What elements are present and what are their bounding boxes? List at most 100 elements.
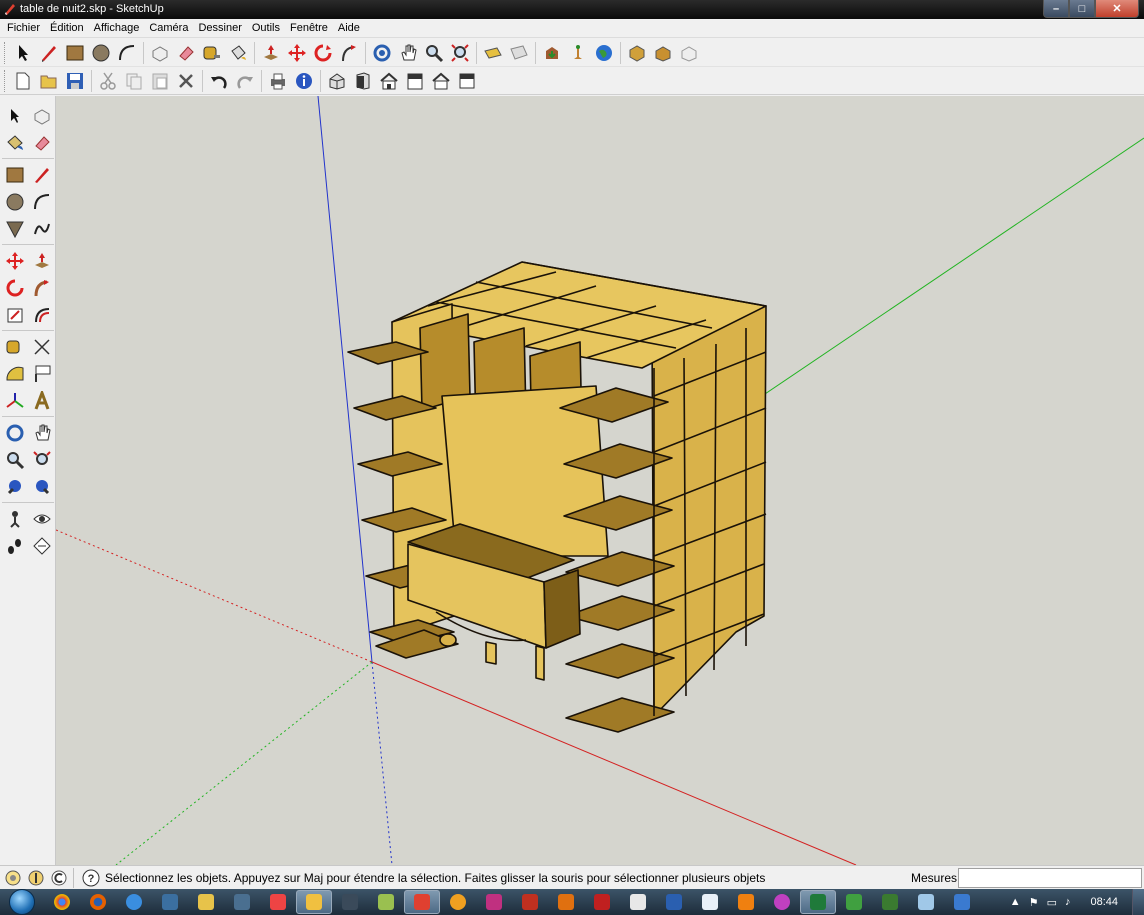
add-location-button[interactable]: [480, 40, 506, 66]
menu-aide[interactable]: Aide: [333, 19, 365, 38]
rotate-button[interactable]: [310, 40, 336, 66]
measurements-field[interactable]: [958, 868, 1142, 888]
polygon-tool[interactable]: [1, 215, 28, 242]
start-button[interactable]: [0, 889, 44, 915]
offset-tool[interactable]: [28, 301, 55, 328]
eraser-button[interactable]: [173, 40, 199, 66]
dimension-tool[interactable]: [28, 333, 55, 360]
taskbar-chrome[interactable]: [44, 890, 80, 914]
orbit-button[interactable]: [369, 40, 395, 66]
taskbar-word[interactable]: [656, 890, 692, 914]
zoom-button[interactable]: [421, 40, 447, 66]
taskbar-rss[interactable]: [260, 890, 296, 914]
tape-measure-tool[interactable]: [1, 333, 28, 360]
3d-text-tool[interactable]: [28, 387, 55, 414]
redo-button[interactable]: [232, 68, 258, 94]
pan-button[interactable]: [395, 40, 421, 66]
taskbar-sketchup-active[interactable]: [404, 890, 440, 914]
zoom-window-tool[interactable]: [28, 446, 55, 473]
volume-icon[interactable]: ♪: [1065, 896, 1071, 908]
maximize-button[interactable]: □: [1069, 0, 1095, 18]
taskbar-indesign[interactable]: [476, 890, 512, 914]
taskbar-green-app[interactable]: [836, 890, 872, 914]
clock[interactable]: 08:44: [1090, 896, 1118, 908]
walk-tool[interactable]: [1, 532, 28, 559]
network-icon[interactable]: ▭: [1047, 896, 1057, 909]
line-tool-button[interactable]: [36, 40, 62, 66]
menu-fichier[interactable]: Fichier: [2, 19, 45, 38]
taskbar-filezilla[interactable]: [584, 890, 620, 914]
model-info-button[interactable]: [291, 68, 317, 94]
eraser-tool[interactable]: [28, 129, 55, 156]
menu-affichage[interactable]: Affichage: [89, 19, 145, 38]
taskbar-mouse[interactable]: [332, 890, 368, 914]
open-button[interactable]: [36, 68, 62, 94]
preview-google-earth-button[interactable]: [591, 40, 617, 66]
protractor-tool[interactable]: [1, 360, 28, 387]
select-tool-button[interactable]: [10, 40, 36, 66]
copy-button[interactable]: [121, 68, 147, 94]
right-view-button[interactable]: [376, 68, 402, 94]
get-components-button[interactable]: [624, 40, 650, 66]
orbit-tool[interactable]: [1, 419, 28, 446]
paint-bucket-tool[interactable]: [1, 129, 28, 156]
arc-tool[interactable]: [28, 188, 55, 215]
minimize-button[interactable]: –: [1043, 0, 1069, 18]
axes-tool[interactable]: [1, 387, 28, 414]
zoom-extents-button[interactable]: [447, 40, 473, 66]
rectangle-tool[interactable]: [1, 161, 28, 188]
share-model-button[interactable]: [565, 40, 591, 66]
taskbar-filezilla-flame[interactable]: [512, 890, 548, 914]
taskbar-notepad[interactable]: [692, 890, 728, 914]
rotate-tool[interactable]: [1, 274, 28, 301]
drawing-viewport[interactable]: [56, 96, 1144, 865]
credits-status[interactable]: [26, 868, 46, 888]
line-tool[interactable]: [28, 161, 55, 188]
left-view-button[interactable]: [428, 68, 454, 94]
section-plane-tool[interactable]: [28, 532, 55, 559]
taskbar-acrobat[interactable]: [620, 890, 656, 914]
taskbar-app2[interactable]: [440, 890, 476, 914]
taskbar-folder[interactable]: [188, 890, 224, 914]
geolocation-status[interactable]: [3, 868, 23, 888]
position-camera-tool[interactable]: [1, 505, 28, 532]
menu-outils[interactable]: Outils: [247, 19, 285, 38]
taskbar-sketchup[interactable]: [296, 890, 332, 914]
show-hidden-icons-icon[interactable]: ▲: [1010, 896, 1021, 908]
move-button[interactable]: [284, 40, 310, 66]
front-view-button[interactable]: [350, 68, 376, 94]
scale-tool[interactable]: [1, 301, 28, 328]
tape-measure-button[interactable]: [199, 40, 225, 66]
taskbar-app[interactable]: [368, 890, 404, 914]
get-models-button[interactable]: [539, 40, 565, 66]
taskbar-media[interactable]: [224, 890, 260, 914]
make-component-button[interactable]: [147, 40, 173, 66]
menu-edition[interactable]: Édition: [45, 19, 89, 38]
pan-tool[interactable]: [28, 419, 55, 446]
select-tool[interactable]: [1, 102, 28, 129]
bedside-table-model[interactable]: [347, 261, 767, 733]
taskbar-firefox[interactable]: [80, 890, 116, 914]
save-button[interactable]: [62, 68, 88, 94]
toolbar-grip[interactable]: [4, 69, 7, 92]
action-center-flag-icon[interactable]: ⚑: [1029, 896, 1039, 909]
iso-view-button[interactable]: [324, 68, 350, 94]
print-button[interactable]: [265, 68, 291, 94]
show-desktop-button[interactable]: [1132, 889, 1144, 915]
paste-button[interactable]: [147, 68, 173, 94]
taskbar-vlc[interactable]: [728, 890, 764, 914]
push-pull-tool[interactable]: [28, 247, 55, 274]
follow-me-button[interactable]: [336, 40, 362, 66]
circle-tool[interactable]: [1, 188, 28, 215]
taskbar-abc[interactable]: [764, 890, 800, 914]
undo-button[interactable]: [206, 68, 232, 94]
circle-tool-button[interactable]: [88, 40, 114, 66]
toggle-terrain-button[interactable]: [506, 40, 532, 66]
move-tool[interactable]: [1, 247, 28, 274]
cut-button[interactable]: [95, 68, 121, 94]
close-button[interactable]: ✕: [1095, 0, 1139, 18]
menu-dessiner[interactable]: Dessiner: [193, 19, 246, 38]
taskbar-dreamweaver[interactable]: [872, 890, 908, 914]
copyright-status[interactable]: [49, 868, 69, 888]
text-tool[interactable]: [28, 360, 55, 387]
